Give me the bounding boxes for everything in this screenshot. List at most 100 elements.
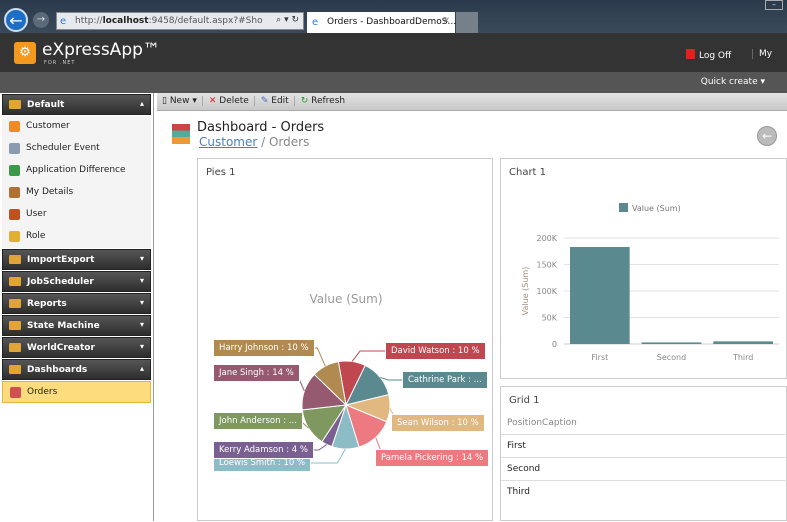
sidebar-item-scheduler-event[interactable]: Scheduler Event bbox=[2, 138, 151, 160]
folder-icon bbox=[9, 100, 21, 109]
nav-group-dashboards[interactable]: Dashboards ▴ bbox=[2, 359, 151, 380]
refresh-icon: ↻ bbox=[300, 96, 309, 106]
dashboard-icon bbox=[172, 124, 190, 144]
nav-items: Orders bbox=[2, 381, 151, 403]
address-bar[interactable]: e http://localhost:9458/default.aspx?#Sho… bbox=[56, 12, 304, 30]
ie-icon: e bbox=[60, 16, 67, 27]
brand: eXpressApp™ bbox=[42, 40, 160, 60]
folder-icon bbox=[9, 321, 21, 330]
new-label: New ▾ bbox=[169, 96, 197, 106]
edit-icon: ✎ bbox=[260, 96, 269, 106]
chevron-down-icon: ▾ bbox=[139, 320, 144, 329]
folder-icon bbox=[9, 277, 21, 286]
nav-group-label: State Machine bbox=[27, 321, 100, 331]
minimize-button[interactable]: – bbox=[765, 0, 783, 10]
grid-row[interactable]: Second bbox=[501, 457, 787, 480]
chevron-down-icon: ▾ bbox=[139, 254, 144, 263]
breadcrumb-current: Orders bbox=[268, 135, 310, 149]
delete-button[interactable]: ✕ Delete bbox=[208, 96, 255, 106]
breadcrumb-customer[interactable]: Customer bbox=[199, 135, 257, 149]
nav-group-worldcreator[interactable]: WorldCreator ▾ bbox=[2, 337, 151, 358]
sidebar-item-user[interactable]: User bbox=[2, 204, 151, 226]
item-icon bbox=[9, 209, 20, 220]
tab-title: Orders - DashboardDemoS... bbox=[327, 17, 457, 27]
leader-line bbox=[351, 350, 385, 362]
sidebar-item-orders[interactable]: Orders bbox=[2, 381, 151, 403]
bar bbox=[570, 247, 630, 344]
chevron-down-icon: ▾ bbox=[139, 298, 144, 307]
nav-group-jobscheduler[interactable]: JobScheduler ▾ bbox=[2, 271, 151, 292]
folder-icon bbox=[9, 343, 21, 352]
delete-label: Delete bbox=[219, 96, 249, 106]
browser-chrome: ← → e http://localhost:9458/default.aspx?… bbox=[0, 0, 787, 33]
sidebar-item-application-difference[interactable]: Application Difference bbox=[2, 160, 151, 182]
new-button[interactable]: ▯ New ▾ bbox=[162, 96, 203, 106]
item-icon bbox=[9, 143, 20, 154]
bar bbox=[641, 342, 702, 344]
new-tab-button[interactable] bbox=[456, 12, 478, 33]
folder-icon bbox=[9, 365, 21, 374]
app-header: ⚙ eXpressApp™ FOR .NET Log Off My bbox=[0, 33, 787, 72]
item-icon bbox=[9, 231, 20, 242]
close-tab-icon[interactable]: × bbox=[442, 16, 450, 26]
sidebar: Default ▴ Customer Scheduler Event Applicati… bbox=[0, 93, 154, 521]
url-host: localhost bbox=[102, 16, 149, 26]
tab-orders[interactable]: e Orders - DashboardDemoS... × bbox=[307, 12, 457, 33]
nav-group-importexport[interactable]: ImportExport ▾ bbox=[2, 249, 151, 270]
x-tick-label: Third bbox=[732, 353, 753, 362]
bar-chart: 0 50K 100K 150K 200K First Second Third Value (S… bbox=[521, 234, 779, 362]
chart-panel: Chart 1 Value (Sum) 0 50K 100K 150K 200K Firs… bbox=[500, 158, 787, 379]
main-content: ▯ New ▾ ✕ Delete ✎ Edit ↻ Refresh Dashboard… bbox=[157, 93, 787, 521]
log-off-label: Log Off bbox=[699, 51, 732, 61]
grid-header-positioncaption[interactable]: PositionCaption bbox=[501, 412, 787, 435]
brand-sub: FOR .NET bbox=[44, 60, 76, 66]
chevron-up-icon: ▴ bbox=[139, 99, 144, 108]
pies-panel: Pies 1 Value (Sum) David Watson : 10 % Ca… bbox=[197, 158, 493, 521]
search-icon[interactable]: ⌕ ▾ ↻ bbox=[276, 15, 299, 25]
x-tick-label: First bbox=[591, 353, 608, 362]
sidebar-item-label: Customer bbox=[26, 121, 70, 131]
nav-items: Customer Scheduler Event Application Diffe… bbox=[2, 116, 151, 248]
nav-group-label: WorldCreator bbox=[27, 343, 95, 353]
grid-row[interactable]: Third bbox=[501, 480, 787, 503]
nav-group-default[interactable]: Default ▴ bbox=[2, 94, 151, 115]
sidebar-item-label: User bbox=[26, 209, 47, 219]
logo-icon: ⚙ bbox=[14, 42, 36, 64]
nav-group-reports[interactable]: Reports ▾ bbox=[2, 293, 151, 314]
quick-create-button[interactable]: Quick create ▾ bbox=[701, 77, 765, 87]
back-button[interactable]: ← bbox=[4, 8, 28, 32]
my-label: My bbox=[759, 49, 773, 59]
item-icon bbox=[9, 187, 20, 198]
my-details-button[interactable]: My bbox=[752, 49, 772, 59]
grid-panel: Grid 1 PositionCaption First Second Third bbox=[500, 386, 787, 521]
grid-title: Grid 1 bbox=[509, 395, 540, 406]
edit-label: Edit bbox=[271, 96, 289, 106]
sidebar-item-customer[interactable]: Customer bbox=[2, 116, 151, 138]
y-tick-label: 150K bbox=[536, 261, 557, 270]
back-arrow-button[interactable]: ← bbox=[757, 126, 777, 146]
folder-icon bbox=[9, 255, 21, 264]
sidebar-item-label: Role bbox=[26, 231, 46, 241]
sidebar-item-role[interactable]: Role bbox=[2, 226, 151, 248]
nav-group-label: Reports bbox=[27, 299, 67, 309]
sidebar-item-label: Scheduler Event bbox=[26, 143, 100, 153]
nav-group-state-machine[interactable]: State Machine ▾ bbox=[2, 315, 151, 336]
y-tick-label: 50K bbox=[542, 314, 558, 323]
log-off-icon bbox=[686, 49, 695, 59]
bar bbox=[713, 341, 773, 344]
refresh-button[interactable]: ↻ Refresh bbox=[301, 96, 350, 106]
log-off-button[interactable]: Log Off bbox=[686, 49, 731, 61]
nav-group-label: JobScheduler bbox=[27, 277, 94, 287]
pie-label: Cathrine Park : ... bbox=[402, 371, 488, 389]
forward-button[interactable]: → bbox=[33, 12, 49, 28]
edit-button[interactable]: ✎ Edit bbox=[260, 96, 295, 106]
nav-group-label: ImportExport bbox=[27, 255, 95, 265]
item-icon bbox=[9, 121, 20, 132]
pie-label: Jane Singh : 14 % bbox=[213, 364, 300, 382]
grid-row[interactable]: First bbox=[501, 434, 787, 457]
sidebar-item-my-details[interactable]: My Details bbox=[2, 182, 151, 204]
nav-group-label: Default bbox=[27, 100, 65, 110]
nav-group-label: Dashboards bbox=[27, 365, 88, 375]
y-tick-label: 100K bbox=[536, 287, 557, 296]
delete-icon: ✕ bbox=[208, 96, 217, 106]
